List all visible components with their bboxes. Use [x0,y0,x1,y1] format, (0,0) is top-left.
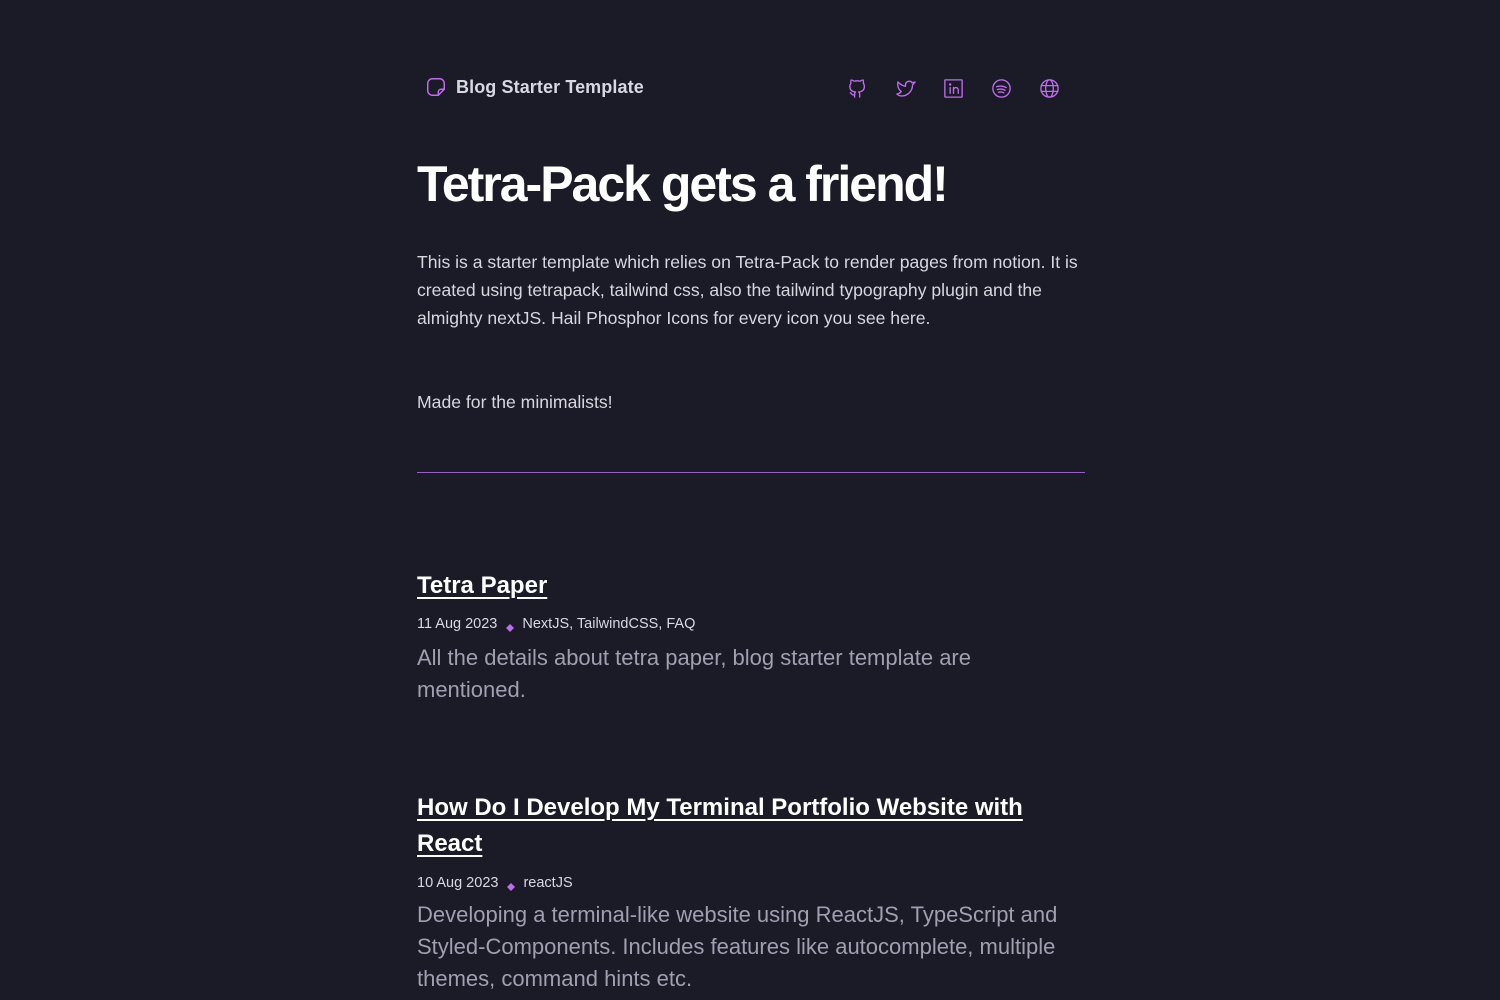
social-links [845,76,1085,100]
page-title: Tetra-Pack gets a friend! [417,156,949,212]
brand-link[interactable]: Blog Starter Template [425,76,644,98]
brand-title: Blog Starter Template [456,76,644,97]
intro-paragraph: This is a starter template which relies … [417,252,1078,328]
linkedin-icon[interactable] [941,76,965,100]
post-tags: reactJS [523,875,573,891]
tagline: Made for the minimalists! [417,392,613,412]
spotify-icon[interactable] [989,76,1013,100]
diamond-icon [505,619,515,632]
site-header: Blog Starter Template [417,72,1085,104]
post-excerpt: All the details about tetra paper, blog … [417,645,971,702]
post-item: How Do I Develop My Terminal Portfolio W… [417,790,1085,995]
post-title-link[interactable]: How Do I Develop My Terminal Portfolio W… [417,790,1085,862]
post-excerpt: Developing a terminal-like website using… [417,902,1058,991]
twitter-icon[interactable] [893,76,917,100]
page: Blog Starter Template Tetra-Pack gets a … [0,0,1500,1000]
post-title-link[interactable]: Tetra Paper [417,568,1085,604]
diamond-icon [506,878,516,891]
post-date: 10 Aug 2023 [417,875,499,891]
post-meta: 10 Aug 2023 reactJS [417,873,1085,893]
post-tags: NextJS, TailwindCSS, FAQ [522,616,696,632]
post-meta: 11 Aug 2023 NextJS, TailwindCSS, FAQ [417,614,1085,634]
sticker-icon [425,76,447,98]
section-divider [417,472,1085,473]
post-item: Tetra Paper 11 Aug 2023 NextJS, Tailwind… [417,568,1085,706]
post-date: 11 Aug 2023 [417,616,498,632]
github-icon[interactable] [845,76,869,100]
globe-icon[interactable] [1037,76,1061,100]
